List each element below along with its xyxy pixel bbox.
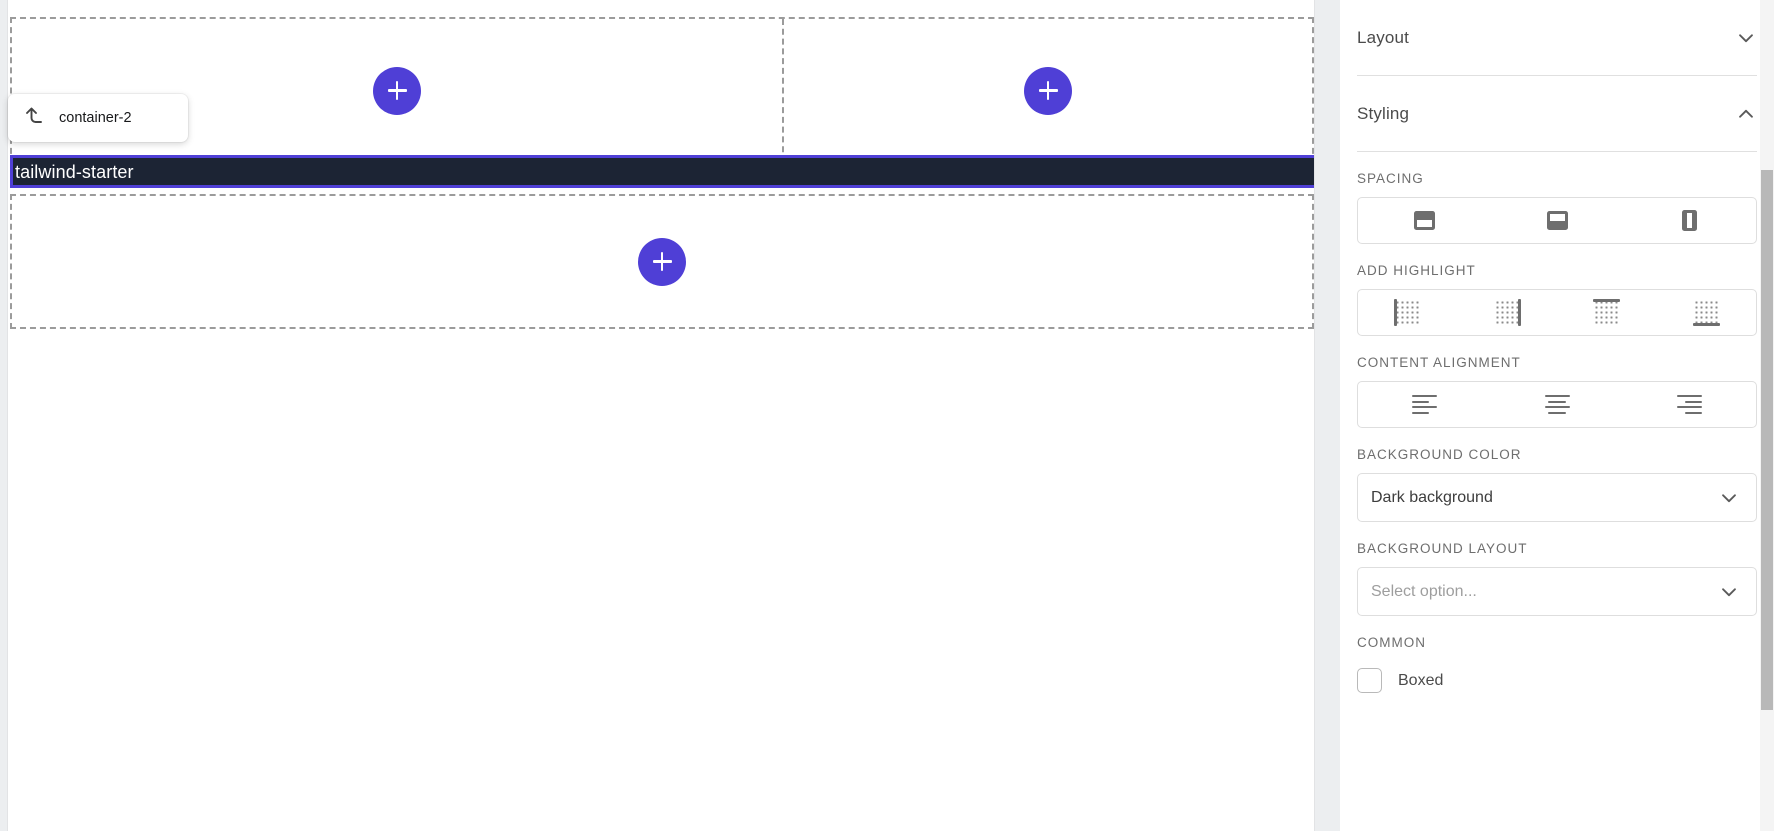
chevron-down-icon[interactable] [1718,487,1740,509]
field-common: COMMON Boxed [1357,616,1757,693]
highlight-right-icon [1493,299,1521,326]
padding-sides-option[interactable] [1623,198,1756,243]
panel-scrollbar[interactable] [1760,0,1774,831]
highlight-top-icon [1593,299,1621,326]
field-background-layout: BACKGROUND LAYOUT Select option... [1357,522,1757,616]
select-parent-popover[interactable]: container-2 [8,94,188,142]
background-color-label: BACKGROUND COLOR [1357,447,1522,462]
field-spacing: SPACING [1357,152,1757,244]
chevron-up-icon[interactable] [1735,103,1757,125]
align-right-icon [1677,395,1703,414]
accordion-styling-header[interactable]: Styling [1357,76,1757,151]
spacing-options [1357,197,1757,244]
highlight-bottom-option[interactable] [1657,290,1757,335]
background-layout-select[interactable]: Select option... [1357,567,1757,616]
select-parent-label: container-2 [59,110,132,126]
background-layout-label: BACKGROUND LAYOUT [1357,541,1528,556]
selected-block-label: tailwind-starter [15,161,134,182]
highlight-left-option[interactable] [1358,290,1458,335]
content-alignment-label: CONTENT ALIGNMENT [1357,355,1521,370]
highlight-top-option[interactable] [1557,290,1657,335]
accordion-styling-title: Styling [1357,103,1410,123]
canvas-page: tailwind-starter [7,0,1315,831]
padding-top-option[interactable] [1358,198,1491,243]
align-right-option[interactable] [1623,382,1756,427]
editor-canvas: tailwind-starter container-2 [0,0,1315,831]
dropzone-bottom[interactable] [10,194,1314,329]
boxed-checkbox-row[interactable]: Boxed [1357,650,1757,693]
padding-bottom-option[interactable] [1491,198,1624,243]
highlight-left-icon [1394,299,1422,326]
field-add-highlight: ADD HIGHLIGHT [1357,244,1757,336]
padding-top-icon [1413,211,1435,230]
background-color-value: Dark background [1371,488,1493,506]
properties-panel: Layout Styling SPACING ADD HIGHLIGHT CON… [1340,0,1774,831]
dropzone-row-top[interactable] [10,17,1314,164]
plus-icon [1046,81,1050,100]
add-block-top-left-button[interactable] [373,66,421,115]
chevron-down-icon[interactable] [1735,27,1757,49]
panel-gutter [1315,0,1340,831]
highlight-right-option[interactable] [1458,290,1558,335]
add-block-bottom-button[interactable] [638,237,686,286]
accordion-layout-title: Layout [1357,27,1409,47]
boxed-checkbox-label: Boxed [1398,671,1444,689]
align-center-option[interactable] [1491,382,1624,427]
add-highlight-label: ADD HIGHLIGHT [1357,263,1476,278]
panel-scrollbar-thumb[interactable] [1761,170,1773,710]
add-highlight-options [1357,289,1757,336]
align-center-icon [1544,395,1570,414]
padding-sides-icon [1682,210,1698,231]
page-editor-app: tailwind-starter container-2 Layout Styl… [0,0,1774,831]
field-content-alignment: CONTENT ALIGNMENT [1357,336,1757,428]
align-left-icon [1411,395,1437,414]
align-left-option[interactable] [1358,382,1491,427]
field-background-color: BACKGROUND COLOR Dark background [1357,428,1757,522]
background-layout-value: Select option... [1371,582,1477,600]
content-alignment-options [1357,381,1757,428]
accordion-layout-header[interactable]: Layout [1357,0,1757,75]
plus-icon [395,81,399,100]
spacing-label: SPACING [1357,171,1424,186]
selected-block[interactable]: tailwind-starter [10,155,1314,188]
highlight-bottom-icon [1692,299,1720,326]
plus-icon [660,252,664,271]
arrow-turn-up-left-icon [22,104,46,133]
add-block-top-right-button[interactable] [1024,66,1072,115]
common-label: COMMON [1357,635,1426,650]
background-color-select[interactable]: Dark background [1357,473,1757,522]
padding-bottom-icon [1546,211,1568,230]
dropzone-top-right[interactable] [784,19,1312,162]
chevron-down-icon[interactable] [1718,581,1740,603]
boxed-checkbox[interactable] [1357,668,1382,693]
